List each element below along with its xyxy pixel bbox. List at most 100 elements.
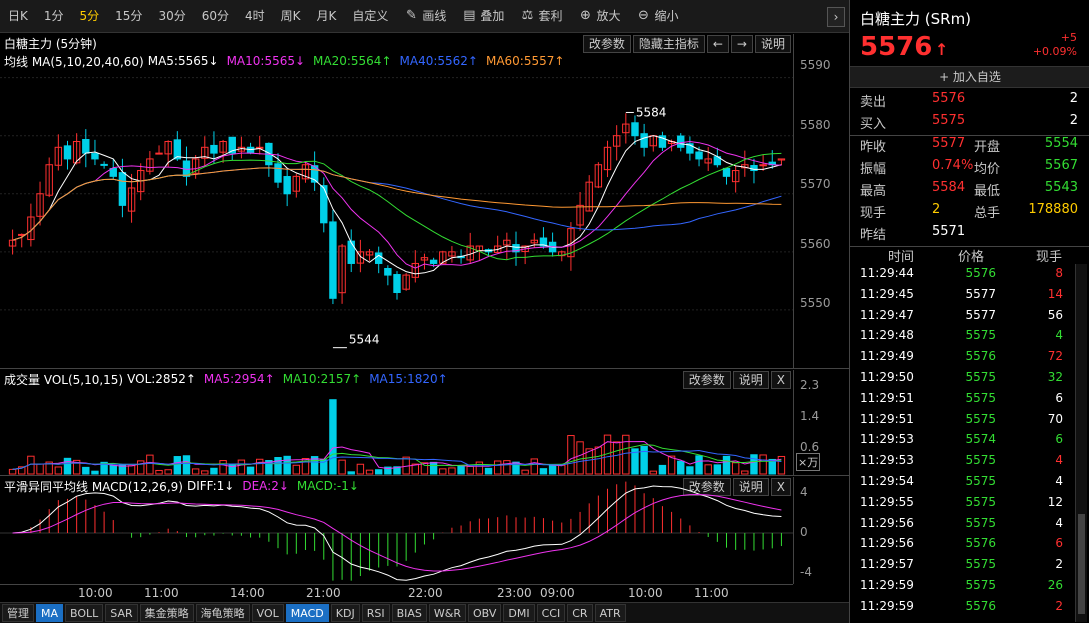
ticks-header-vol: 现手 bbox=[1036, 250, 1063, 265]
period-7[interactable]: 周K bbox=[273, 0, 309, 33]
tick-volume: 4 bbox=[1055, 515, 1063, 530]
tick-time: 11:29:51 bbox=[860, 411, 914, 426]
tick-volume: 12 bbox=[1047, 494, 1063, 509]
price-tick: 5550 bbox=[800, 296, 831, 310]
volume-bar bbox=[576, 441, 584, 475]
book-qty: 2 bbox=[1069, 91, 1078, 106]
tick-volume: 2 bbox=[1055, 557, 1063, 572]
tick-row: 11:29:57 5575 2 bbox=[850, 557, 1075, 578]
tool-list: ✎ 画线 ▤ 叠加 ⚖ 套利 ⊕ 放大 ⊖ 缩小 bbox=[396, 0, 686, 33]
tick-row: 11:29:53 5575 4 bbox=[850, 453, 1075, 474]
tool-0[interactable]: ✎ 画线 bbox=[396, 0, 454, 33]
stat-value: 0.74% bbox=[932, 158, 974, 173]
volume-bar bbox=[210, 467, 218, 475]
collapse-panel-button[interactable]: › bbox=[827, 7, 845, 27]
candle-body bbox=[274, 163, 282, 183]
indicator-tab-atr[interactable]: ATR bbox=[594, 604, 626, 622]
tick-row: 11:29:51 5575 6 bbox=[850, 391, 1075, 412]
indicator-tab-bias[interactable]: BIAS bbox=[391, 604, 427, 622]
volume-bar bbox=[622, 434, 630, 475]
macd-tick: -4 bbox=[800, 565, 812, 579]
period-4[interactable]: 30分 bbox=[150, 0, 193, 33]
indicator-tab-海龟策略[interactable]: 海龟策略 bbox=[195, 604, 250, 622]
indicator-tab-vol[interactable]: VOL bbox=[251, 604, 284, 622]
volume-tick: 2.3 bbox=[800, 378, 820, 392]
indicator-tab-rsi[interactable]: RSI bbox=[361, 604, 390, 622]
indicator-tab-macd[interactable]: MACD bbox=[285, 604, 329, 622]
volume-unit: ×万 bbox=[796, 453, 821, 471]
volume-bar bbox=[640, 445, 648, 475]
indicator-tab-w&r[interactable]: W&R bbox=[428, 604, 466, 622]
indicator-tab-obv[interactable]: OBV bbox=[468, 604, 502, 622]
candle-body bbox=[91, 153, 99, 160]
tick-scrollbar[interactable] bbox=[1075, 264, 1087, 622]
period-6[interactable]: 4时 bbox=[237, 0, 273, 33]
candle-body bbox=[631, 122, 639, 137]
candle-body bbox=[393, 274, 401, 293]
macd-axis: 4 0 -4 bbox=[793, 477, 849, 584]
volume-bar bbox=[741, 470, 749, 475]
candle-body bbox=[384, 268, 392, 276]
indicator-tab-cci[interactable]: CCI bbox=[536, 604, 566, 622]
tool-4[interactable]: ⊖ 缩小 bbox=[628, 0, 686, 33]
high-label: 5584 bbox=[636, 105, 667, 119]
indicator-tab-ma[interactable]: MA bbox=[36, 604, 64, 622]
period-1[interactable]: 1分 bbox=[36, 0, 72, 33]
stat-value: 5584 bbox=[932, 180, 966, 195]
volume-bar bbox=[91, 470, 99, 475]
period-toolbar: 日K 1分 5分 15分 30分 60分 4时 周K 月K 自定义 ✎ 画线 ▤ 叠加 ⚖ 套利 ⊕ 放大 ⊖ 缩小… bbox=[0, 0, 849, 33]
candle-body bbox=[640, 133, 648, 148]
tick-row: 11:29:59 5576 2 bbox=[850, 599, 1075, 620]
period-list: 日K 1分 5分 15分 30分 60分 4时 周K 月K 自定义 bbox=[0, 0, 396, 33]
tick-price: 5575 bbox=[965, 515, 996, 530]
period-5[interactable]: 60分 bbox=[194, 0, 237, 33]
volume-chart[interactable] bbox=[0, 370, 793, 476]
add-watchlist-button[interactable]: + 加入自选 bbox=[850, 66, 1089, 88]
stat-row: 现手 2 总手 178880 bbox=[850, 202, 1089, 224]
time-tick: 22:00 bbox=[408, 586, 443, 600]
tick-row: 11:29:56 5575 4 bbox=[850, 516, 1075, 537]
candle-body bbox=[155, 152, 163, 155]
period-2[interactable]: 5分 bbox=[72, 0, 108, 33]
book-label: 卖出 bbox=[860, 95, 887, 110]
volume-bar bbox=[493, 460, 502, 475]
volume-bar bbox=[274, 457, 282, 475]
volume-bar bbox=[36, 463, 44, 475]
tick-price: 5575 bbox=[965, 578, 996, 592]
volume-bar bbox=[686, 466, 694, 475]
indicator-tab-boll[interactable]: BOLL bbox=[65, 604, 104, 622]
indicator-tab-sar[interactable]: SAR bbox=[105, 604, 138, 622]
time-tick: 10:00 bbox=[628, 586, 663, 600]
tick-price: 5576 bbox=[965, 266, 996, 280]
volume-bar bbox=[374, 469, 383, 475]
tool-2[interactable]: ⚖ 套利 bbox=[512, 0, 570, 33]
period-0[interactable]: 日K bbox=[0, 0, 36, 33]
indicator-tab-kdj[interactable]: KDJ bbox=[330, 604, 360, 622]
volume-bar bbox=[219, 460, 227, 475]
book-label: 买入 bbox=[860, 117, 887, 132]
candle-body bbox=[347, 240, 355, 264]
tick-volume: 4 bbox=[1055, 328, 1063, 343]
period-3[interactable]: 15分 bbox=[107, 0, 150, 33]
macd-chart[interactable] bbox=[0, 477, 793, 584]
volume-bar bbox=[439, 468, 447, 475]
period-9[interactable]: 自定义 bbox=[344, 0, 396, 33]
tick-price: 5576 bbox=[965, 536, 996, 551]
indicator-tab-管理[interactable]: 管理 bbox=[2, 604, 34, 622]
scrollbar-thumb[interactable] bbox=[1078, 514, 1085, 614]
indicator-tab-集金策略[interactable]: 集金策略 bbox=[139, 604, 194, 622]
indicator-tab-dmi[interactable]: DMI bbox=[503, 604, 535, 622]
tool-3[interactable]: ⊕ 放大 bbox=[570, 0, 628, 33]
tool-label: 缩小 bbox=[654, 8, 679, 23]
volume-bar bbox=[704, 464, 712, 475]
stat-row: 最高 5584 最低 5543 bbox=[850, 180, 1089, 202]
candle-body bbox=[429, 259, 438, 264]
tool-1[interactable]: ▤ 叠加 bbox=[454, 0, 512, 33]
volume-bar bbox=[137, 460, 145, 475]
period-8[interactable]: 月K bbox=[309, 0, 345, 33]
stat-label: 总手 bbox=[974, 206, 1001, 221]
tick-volume: 72 bbox=[1047, 349, 1063, 364]
tick-time: 11:29:56 bbox=[860, 515, 914, 530]
indicator-tab-cr[interactable]: CR bbox=[567, 604, 593, 622]
candlestick-chart[interactable]: 5584 5544 bbox=[0, 34, 793, 369]
